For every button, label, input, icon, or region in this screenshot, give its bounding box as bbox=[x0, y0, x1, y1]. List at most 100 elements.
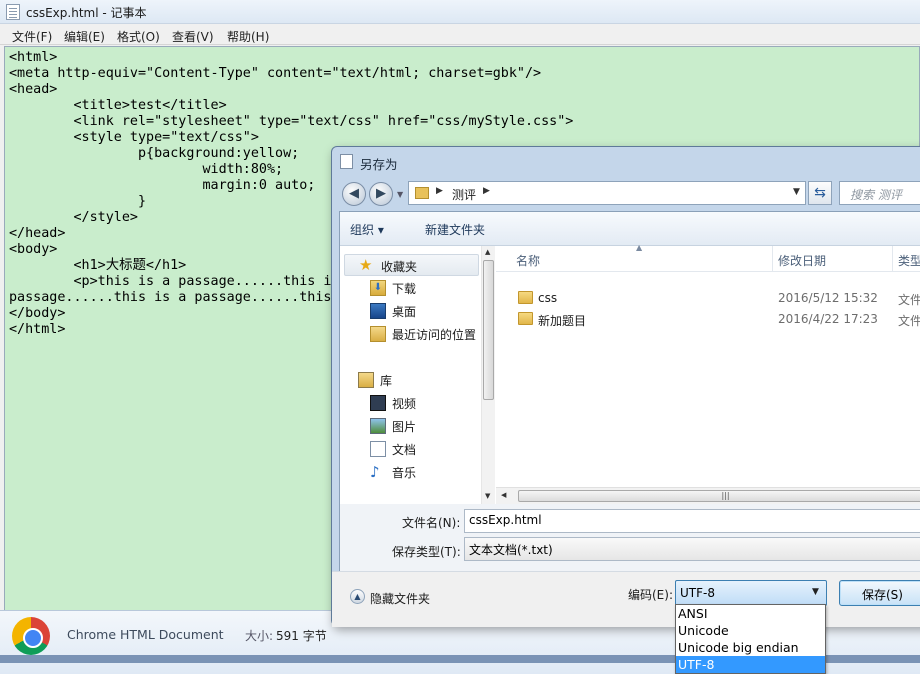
nav-favorites[interactable]: ★ 收藏夹 bbox=[344, 254, 479, 276]
address-bar[interactable]: ▶ 测评 ▶ ▼ bbox=[408, 181, 806, 205]
nav-label: 桌面 bbox=[392, 305, 417, 319]
organize-button[interactable]: 组织 ▾ bbox=[350, 221, 384, 238]
encoding-option-utf8[interactable]: UTF-8 bbox=[676, 656, 825, 673]
dialog-body: 组织 ▾ 新建文件夹 ★ 收藏夹 ⬇ 下载 桌面 最近访问的位置 库 视频 图片… bbox=[339, 211, 920, 572]
desktop-icon bbox=[370, 303, 386, 319]
column-separator[interactable] bbox=[772, 246, 773, 272]
save-form: 文件名(N): cssExp.html 保存类型(T): 文本文档(*.txt) bbox=[340, 504, 920, 572]
music-icon: ♪ bbox=[370, 463, 380, 481]
save-button-label: 保存(S) bbox=[862, 588, 903, 602]
nav-videos[interactable]: 视频 bbox=[344, 392, 479, 414]
collapse-up-icon[interactable]: ▲ bbox=[350, 589, 365, 604]
encoding-dropdown-list: ANSI Unicode Unicode big endian UTF-8 bbox=[675, 604, 826, 674]
file-list: ▲ 名称 修改日期 类型 css 2016/5/12 15:32 文件 新加题目… bbox=[496, 243, 920, 504]
encoding-option-ansi[interactable]: ANSI bbox=[676, 605, 825, 622]
dialog-title: 另存为 bbox=[360, 157, 398, 172]
save-as-dialog: 另存为 ◀ ▶ ▼ ▶ 测评 ▶ ▼ ⇆ 搜索 测评 组织 ▾ 新建文件夹 ★ … bbox=[331, 146, 920, 627]
file-name: css bbox=[538, 291, 558, 305]
nav-label: 视频 bbox=[392, 397, 417, 411]
encoding-label: 编码(E): bbox=[628, 588, 673, 602]
nav-scroll-thumb[interactable] bbox=[483, 260, 494, 400]
sort-caret-icon: ▲ bbox=[636, 243, 643, 252]
new-folder-button[interactable]: 新建文件夹 bbox=[425, 221, 485, 238]
horizontal-scroll-thumb[interactable]: ||| bbox=[518, 490, 920, 502]
pictures-icon bbox=[370, 418, 386, 434]
downloads-icon: ⬇ bbox=[370, 280, 386, 296]
column-separator[interactable] bbox=[892, 246, 893, 272]
folder-icon bbox=[415, 187, 429, 199]
code-line: <style type="text/css"> bbox=[9, 130, 259, 145]
column-type[interactable]: 类型 bbox=[898, 252, 920, 269]
library-icon bbox=[358, 372, 374, 388]
menu-help[interactable]: 帮助(H) bbox=[227, 28, 269, 45]
notepad-title: cssExp.html - 记事本 bbox=[26, 6, 147, 20]
file-row[interactable]: css 2016/5/12 15:32 文件 bbox=[496, 288, 920, 309]
dialog-titlebar[interactable]: 另存为 bbox=[332, 147, 920, 177]
filename-label: 文件名(N): bbox=[402, 516, 461, 530]
encoding-option-unicode-big-endian[interactable]: Unicode big endian bbox=[676, 639, 825, 656]
nav-recent-places[interactable]: 最近访问的位置 bbox=[344, 323, 479, 345]
menu-view[interactable]: 查看(V) bbox=[172, 28, 214, 45]
code-line: <title>test</title> bbox=[9, 98, 227, 113]
scroll-up-icon[interactable]: ▲ bbox=[485, 248, 490, 256]
breadcrumb-arrow-icon[interactable]: ▶ bbox=[436, 186, 443, 196]
refresh-button[interactable]: ⇆ bbox=[808, 181, 832, 205]
nav-music[interactable]: ♪ 音乐 bbox=[344, 461, 479, 483]
scroll-down-icon[interactable]: ▼ bbox=[485, 492, 490, 500]
dialog-toolbar: 组织 ▾ 新建文件夹 bbox=[340, 212, 920, 246]
nav-scrollbar[interactable]: ▲ ▼ bbox=[481, 246, 495, 504]
menu-edit[interactable]: 编辑(E) bbox=[64, 28, 105, 45]
nav-label: 最近访问的位置 bbox=[392, 328, 477, 342]
horizontal-scrollbar[interactable]: ◀ ||| bbox=[496, 487, 920, 504]
notepad-titlebar: cssExp.html - 记事本 bbox=[0, 0, 920, 24]
forward-button[interactable]: ▶ bbox=[369, 182, 393, 206]
search-input[interactable]: 搜索 测评 bbox=[839, 181, 920, 205]
nav-desktop[interactable]: 桌面 bbox=[344, 300, 479, 322]
column-header: ▲ 名称 修改日期 类型 bbox=[496, 243, 920, 272]
code-line: <html> bbox=[9, 50, 58, 65]
file-type-text: Chrome HTML Document bbox=[67, 627, 224, 642]
breadcrumb-current[interactable]: 测评 bbox=[452, 186, 476, 203]
hide-folders-button[interactable]: 隐藏文件夹 bbox=[370, 590, 430, 607]
menu-file[interactable]: 文件(F) bbox=[12, 28, 52, 45]
recent-places-icon bbox=[370, 326, 386, 342]
code-line: <meta http-equiv="Content-Type" content=… bbox=[9, 66, 542, 81]
encoding-option-unicode[interactable]: Unicode bbox=[676, 622, 825, 639]
nav-label: 收藏夹 bbox=[381, 260, 418, 274]
column-date[interactable]: 修改日期 bbox=[778, 252, 826, 269]
file-date: 2016/4/22 17:23 bbox=[778, 312, 878, 326]
save-button[interactable]: 保存(S) bbox=[839, 580, 920, 606]
nav-label: 下载 bbox=[392, 282, 417, 296]
documents-icon bbox=[370, 441, 386, 457]
scroll-left-icon[interactable]: ◀ bbox=[501, 491, 506, 499]
nav-label: 库 bbox=[380, 374, 393, 388]
nav-pictures[interactable]: 图片 bbox=[344, 415, 479, 437]
save-type-select[interactable]: 文本文档(*.txt) bbox=[464, 537, 920, 561]
file-type: 文件 bbox=[898, 293, 920, 307]
notepad-icon bbox=[6, 4, 20, 20]
nav-label: 文档 bbox=[392, 443, 417, 457]
address-dropdown-icon[interactable]: ▼ bbox=[793, 187, 800, 197]
file-size-value: 591 字节 bbox=[276, 629, 327, 643]
menu-format[interactable]: 格式(O) bbox=[117, 28, 160, 45]
star-icon: ★ bbox=[359, 256, 373, 274]
chrome-document-icon bbox=[12, 617, 50, 655]
nav-libraries[interactable]: 库 bbox=[344, 369, 479, 391]
search-placeholder: 搜索 测评 bbox=[850, 188, 902, 202]
document-icon bbox=[340, 154, 353, 169]
video-icon bbox=[370, 395, 386, 411]
filename-input[interactable]: cssExp.html bbox=[464, 509, 920, 533]
breadcrumb-arrow-icon[interactable]: ▶ bbox=[483, 186, 490, 196]
file-date: 2016/5/12 15:32 bbox=[778, 291, 878, 305]
nav-documents[interactable]: 文档 bbox=[344, 438, 479, 460]
folder-icon bbox=[518, 291, 533, 304]
recent-pages-dropdown[interactable]: ▼ bbox=[397, 190, 403, 199]
encoding-select[interactable]: UTF-8 ▼ bbox=[675, 580, 827, 606]
folder-icon bbox=[518, 312, 533, 325]
column-name[interactable]: 名称 bbox=[516, 252, 540, 269]
nav-downloads[interactable]: ⬇ 下载 bbox=[344, 277, 479, 299]
file-size-label: 大小: bbox=[245, 629, 274, 643]
back-button[interactable]: ◀ bbox=[342, 182, 366, 206]
file-row[interactable]: 新加题目 2016/4/22 17:23 文件 bbox=[496, 309, 920, 330]
chevron-down-icon: ▼ bbox=[812, 587, 819, 597]
